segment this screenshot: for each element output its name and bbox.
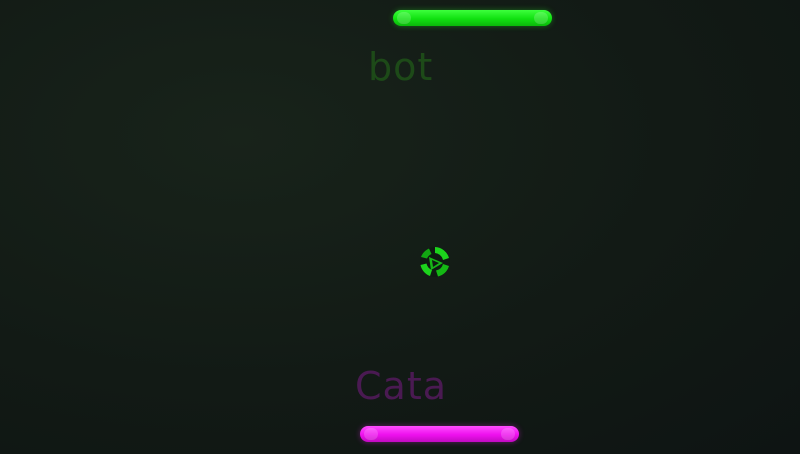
paddle-highlight	[534, 12, 548, 24]
paddle-highlight	[397, 12, 411, 24]
game-arena[interactable]: bot Cata	[0, 0, 800, 454]
top-player-name: bot	[368, 45, 434, 89]
paddle-highlight	[501, 428, 515, 440]
spinning-ball-icon	[416, 243, 454, 281]
paddle-highlight	[364, 428, 378, 440]
bottom-paddle[interactable]	[360, 426, 519, 442]
top-paddle	[393, 10, 552, 26]
bottom-player-name: Cata	[355, 364, 448, 408]
